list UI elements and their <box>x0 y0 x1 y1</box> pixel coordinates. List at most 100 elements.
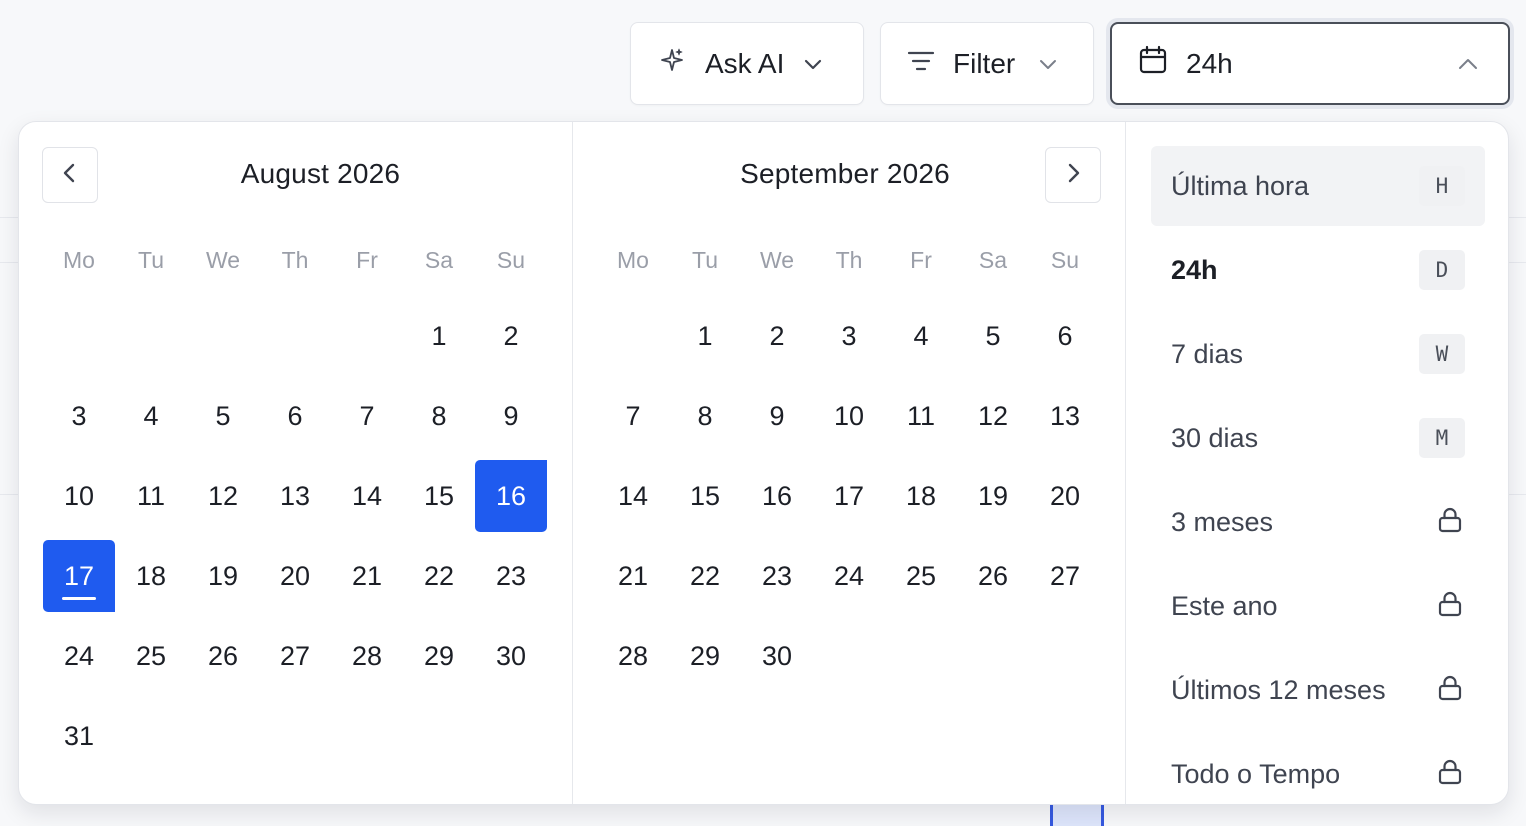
day-cell[interactable]: 13 <box>1029 376 1101 456</box>
day-cell[interactable]: 15 <box>669 456 741 536</box>
day-cell[interactable]: 14 <box>597 456 669 536</box>
day-cell[interactable]: 20 <box>259 536 331 616</box>
day-number: 17 <box>61 560 97 600</box>
preset-option[interactable]: 7 dias W <box>1151 314 1485 394</box>
day-cell[interactable]: 11 <box>115 456 187 536</box>
day-cell[interactable]: 29 <box>403 616 475 696</box>
day-cell[interactable]: 12 <box>957 376 1029 456</box>
day-cell[interactable]: 12 <box>187 456 259 536</box>
day-cell[interactable]: 15 <box>403 456 475 536</box>
day-cell[interactable]: 24 <box>813 536 885 616</box>
day-cell[interactable]: 20 <box>1029 456 1101 536</box>
month-title: September 2026 <box>740 158 950 189</box>
day-cell[interactable]: 2 <box>475 296 547 376</box>
day-cell[interactable]: 14 <box>331 456 403 536</box>
day-cell[interactable]: 24 <box>43 616 115 696</box>
next-month-button[interactable] <box>1045 147 1101 203</box>
day-cell[interactable]: 25 <box>885 536 957 616</box>
day-number: 18 <box>905 480 937 511</box>
day-cell[interactable]: 28 <box>331 616 403 696</box>
day-cell[interactable]: 30 <box>475 616 547 696</box>
keyboard-shortcut-badge: W <box>1419 334 1465 374</box>
day-cell[interactable]: 17 <box>43 536 115 616</box>
day-cell[interactable]: 7 <box>597 376 669 456</box>
preset-label: 30 dias <box>1171 422 1259 453</box>
day-cell[interactable]: 1 <box>669 296 741 376</box>
day-cell[interactable]: 17 <box>813 456 885 536</box>
day-number: 11 <box>906 400 936 431</box>
day-cell[interactable]: 18 <box>115 536 187 616</box>
preset-option[interactable]: Todo o Tempo <box>1151 734 1485 804</box>
day-cell[interactable]: 5 <box>957 296 1029 376</box>
day-cell[interactable]: 6 <box>1029 296 1101 376</box>
day-cell[interactable]: 9 <box>475 376 547 456</box>
preset-option[interactable]: Últimos 12 meses <box>1151 650 1485 730</box>
day-cell[interactable]: 26 <box>187 616 259 696</box>
day-cell[interactable]: 4 <box>885 296 957 376</box>
day-cell[interactable]: 2 <box>741 296 813 376</box>
day-cell[interactable]: 27 <box>1029 536 1101 616</box>
weekday-header: Sa <box>978 246 1008 273</box>
day-cell[interactable]: 3 <box>813 296 885 376</box>
day-cell[interactable]: 8 <box>669 376 741 456</box>
day-number: 14 <box>617 480 649 511</box>
day-number: 12 <box>207 480 239 511</box>
day-cell[interactable]: 25 <box>115 616 187 696</box>
weekday-header: Th <box>281 246 309 273</box>
day-cell[interactable]: 23 <box>741 536 813 616</box>
ask-ai-button[interactable]: Ask AI <box>630 22 864 105</box>
day-number: 15 <box>689 480 721 511</box>
day-cell[interactable]: 29 <box>669 616 741 696</box>
preset-option[interactable]: 30 dias M <box>1151 398 1485 478</box>
sparkle-icon <box>659 47 685 80</box>
day-cell[interactable]: 3 <box>43 376 115 456</box>
day-cell[interactable]: 10 <box>43 456 115 536</box>
day-cell[interactable]: 30 <box>741 616 813 696</box>
day-cell[interactable]: 27 <box>259 616 331 696</box>
day-cell[interactable]: 22 <box>669 536 741 616</box>
date-range-button[interactable]: 24h <box>1110 22 1510 105</box>
filter-label: Filter <box>953 47 1016 79</box>
day-cell[interactable]: 7 <box>331 376 403 456</box>
day-cell[interactable]: 28 <box>597 616 669 696</box>
day-cell[interactable]: 16 <box>475 456 547 536</box>
day-cell[interactable]: 19 <box>957 456 1029 536</box>
day-cell[interactable]: 19 <box>187 536 259 616</box>
weekday-header: Fr <box>910 246 932 273</box>
day-cell[interactable]: 1 <box>403 296 475 376</box>
day-number: 22 <box>689 560 721 591</box>
day-cell[interactable]: 9 <box>741 376 813 456</box>
day-cell[interactable]: 5 <box>187 376 259 456</box>
day-cell[interactable]: 21 <box>331 536 403 616</box>
day-cell[interactable]: 4 <box>115 376 187 456</box>
empty-day-cell <box>115 296 187 376</box>
preset-option[interactable]: Este ano <box>1151 566 1485 646</box>
preset-option[interactable]: 24h D <box>1151 230 1485 310</box>
weekday-header: Su <box>1050 246 1080 273</box>
day-cell[interactable]: 11 <box>885 376 957 456</box>
day-number: 19 <box>207 560 239 591</box>
day-cell[interactable]: 10 <box>813 376 885 456</box>
weekday-header: We <box>205 246 241 273</box>
day-cell[interactable]: 22 <box>403 536 475 616</box>
day-cell[interactable]: 13 <box>259 456 331 536</box>
day-number: 28 <box>351 640 383 671</box>
day-cell[interactable]: 16 <box>741 456 813 536</box>
day-cell[interactable]: 26 <box>957 536 1029 616</box>
filter-button[interactable]: Filter <box>880 22 1094 105</box>
day-cell[interactable]: 23 <box>475 536 547 616</box>
day-cell[interactable]: 6 <box>259 376 331 456</box>
day-cell[interactable]: 21 <box>597 536 669 616</box>
day-cell[interactable]: 18 <box>885 456 957 536</box>
preset-option[interactable]: Última hora H <box>1151 146 1485 226</box>
day-cell[interactable]: 31 <box>43 696 115 776</box>
day-number: 20 <box>1049 480 1081 511</box>
day-number: 27 <box>279 640 311 671</box>
preset-option[interactable]: 3 meses <box>1151 482 1485 562</box>
chevron-down-icon <box>802 53 824 75</box>
day-cell[interactable]: 8 <box>403 376 475 456</box>
day-grid: Mo Tu We Th Fr Sa Su 1 2 3 4 5 6 7 8 9 10 11 12 13 14 15 16 17 1… <box>597 224 1101 696</box>
day-number: 19 <box>977 480 1009 511</box>
day-number: 16 <box>761 480 793 511</box>
preset-label: 7 dias <box>1171 338 1244 369</box>
